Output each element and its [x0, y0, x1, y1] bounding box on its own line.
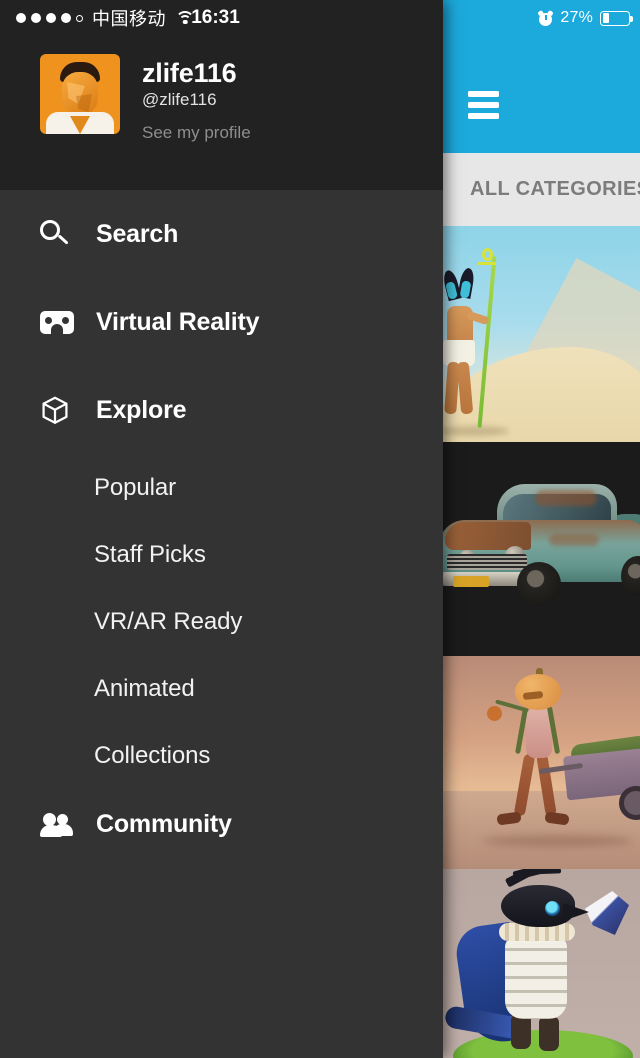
navigation-drawer: 中国移动 16:31 zlife116 @zlife116 See my pro… — [0, 0, 443, 1058]
vr-goggles-icon — [40, 310, 84, 334]
profile-handle: @zlife116 — [142, 90, 217, 110]
avatar[interactable] — [40, 54, 120, 134]
wifi-icon — [175, 10, 195, 26]
battery-icon — [600, 10, 633, 26]
sidebar-item-vr-ar-ready[interactable]: VR/AR Ready — [0, 588, 443, 655]
carrier-label: 中国移动 — [92, 9, 166, 29]
sidebar-item-virtual-reality[interactable]: Virtual Reality — [0, 278, 443, 366]
sidebar-item-community[interactable]: Community — [0, 789, 443, 859]
content-pane: 27% ALL CATEGORIES — [443, 0, 640, 1058]
pumpkin-head-wheelbarrow-thumbnail[interactable] — [443, 656, 640, 869]
status-bar-right: 27% — [443, 0, 640, 36]
sidebar-item-label: Explore — [96, 395, 187, 424]
drawer-nav: Search Virtual Reality Explore Popular S… — [0, 190, 443, 859]
sidebar-item-collections[interactable]: Collections — [0, 722, 443, 789]
cube-icon — [40, 395, 84, 426]
see-my-profile-link[interactable]: See my profile — [142, 123, 251, 143]
people-icon — [40, 812, 84, 837]
search-icon — [40, 220, 84, 248]
sidebar-subitem-label: Popular — [94, 473, 177, 501]
profile-name: zlife116 — [142, 58, 237, 88]
rusty-vintage-car-thumbnail[interactable] — [443, 442, 640, 656]
sidebar-item-popular[interactable]: Popular — [0, 454, 443, 521]
sidebar-item-search[interactable]: Search — [0, 190, 443, 278]
anubis-desert-thumbnail[interactable] — [443, 226, 640, 442]
app-header — [443, 36, 640, 153]
sidebar-item-explore[interactable]: Explore — [0, 366, 443, 454]
profile-text: zlife116 @zlife116 See my profile — [142, 54, 251, 143]
status-bar-right-group: 27% — [537, 9, 633, 27]
sidebar-subitem-label: Staff Picks — [94, 540, 206, 568]
profile-section[interactable]: zlife116 @zlife116 See my profile — [0, 36, 443, 143]
all-categories-label: ALL CATEGORIES — [470, 178, 640, 200]
bird-warrior-thumbnail[interactable] — [443, 869, 640, 1058]
signal-strength-icon — [16, 13, 83, 23]
app-root: 27% ALL CATEGORIES 中国移动 16:31 zlife116 @… — [0, 0, 640, 1058]
sidebar-subitem-label: VR/AR Ready — [94, 607, 243, 635]
battery-percent-label: 27% — [560, 9, 593, 26]
alarm-clock-icon — [537, 9, 555, 26]
sidebar-item-label: Search — [96, 219, 179, 248]
sidebar-subitem-label: Collections — [94, 741, 211, 769]
status-bar-left: 中国移动 16:31 — [0, 0, 443, 36]
sidebar-item-animated[interactable]: Animated — [0, 655, 443, 722]
status-bar-left-group: 中国移动 — [16, 5, 195, 31]
sidebar-item-label: Community — [96, 809, 232, 838]
drawer-header: 中国移动 16:31 zlife116 @zlife116 See my pro… — [0, 0, 443, 190]
hamburger-menu-icon[interactable] — [468, 91, 499, 119]
all-categories-bar[interactable]: ALL CATEGORIES — [443, 153, 640, 226]
sidebar-item-label: Virtual Reality — [96, 307, 260, 336]
sidebar-item-staff-picks[interactable]: Staff Picks — [0, 521, 443, 588]
clock-label: 16:31 — [191, 7, 240, 28]
sidebar-subitem-label: Animated — [94, 674, 195, 702]
